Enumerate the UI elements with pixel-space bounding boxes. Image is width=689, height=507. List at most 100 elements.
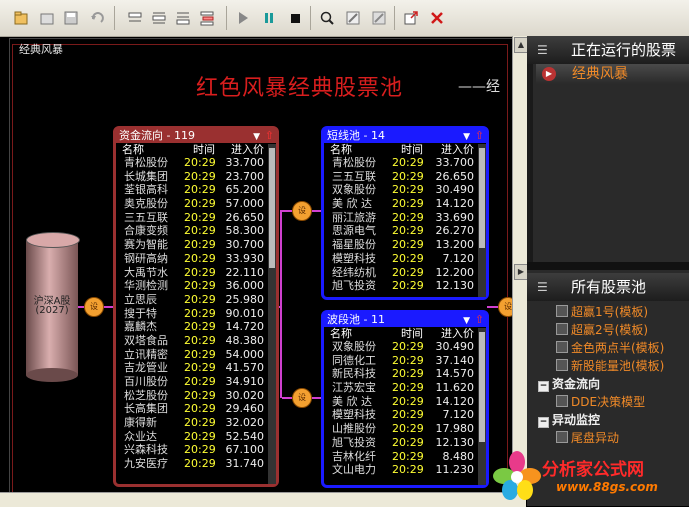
connector-node[interactable]: 设 (292, 388, 312, 408)
filter-icon[interactable]: ▼ (463, 314, 470, 328)
table-row[interactable]: 三五互联 20:29 26.650 (324, 170, 486, 184)
entry-time: 20:29 (392, 435, 424, 449)
table-row[interactable]: 青松股份 20:29 33.700 (116, 156, 276, 170)
tree-item[interactable]: 超赢2号(模板) (556, 321, 648, 339)
save-icon[interactable] (60, 7, 82, 29)
table-row[interactable]: 三五互联 20:29 26.650 (116, 211, 276, 225)
table-row[interactable]: 大禹节水 20:29 22.110 (116, 266, 276, 280)
pool-wave[interactable]: 波段池 - 11 ▼ ⇧ 名称 时间 进入价 双象股份 20:29 30.490 同德… (321, 310, 489, 488)
table-row[interactable]: 百川股份 20:29 34.910 (116, 375, 276, 389)
connector-node[interactable]: 设 (292, 201, 312, 221)
pool-up-icon[interactable]: ⇧ (265, 129, 274, 143)
table-row[interactable]: 旭飞投资 20:29 12.130 (324, 436, 486, 450)
table-row[interactable]: 山推股份 20:29 17.980 (324, 422, 486, 436)
table-row[interactable]: 长城集团 20:29 23.700 (116, 170, 276, 184)
table-row[interactable]: 搜于特 20:29 90.010 (116, 307, 276, 321)
pool-header[interactable]: 资金流向 - 119 ▼ ⇧ (116, 129, 276, 143)
running-item-classic-storm[interactable]: ▶ 经典风暴 (536, 64, 689, 84)
table-row[interactable]: 福星股份 20:29 13.200 (324, 238, 486, 252)
open-icon[interactable] (36, 7, 58, 29)
table-row[interactable]: 美 欣 达 20:29 14.120 (324, 197, 486, 211)
search-icon[interactable] (316, 7, 338, 29)
collapse-icon[interactable]: − (538, 417, 549, 428)
table-row[interactable]: 旭飞投资 20:29 12.130 (324, 279, 486, 293)
table-row[interactable]: 吉林化纤 20:29 8.480 (324, 450, 486, 464)
layout2-icon[interactable] (148, 7, 170, 29)
table-row[interactable]: 合康变频 20:29 58.300 (116, 224, 276, 238)
entry-price: 30.490 (435, 340, 475, 353)
table-row[interactable]: 赛为智能 20:29 30.700 (116, 238, 276, 252)
tree-item[interactable]: 超赢1号(模板) (556, 303, 648, 321)
filter-icon[interactable]: ▼ (253, 130, 260, 144)
table-row[interactable]: 九安医疗 20:29 31.740 (116, 457, 276, 471)
table-row[interactable]: 双象股份 20:29 30.490 (324, 340, 486, 354)
pool-capital[interactable]: 资金流向 - 119 ▼ ⇧ 名称 时间 进入价 青松股份 20:29 33.700… (113, 126, 279, 487)
layout3-icon[interactable] (172, 7, 194, 29)
run-icon[interactable] (232, 7, 254, 29)
tree-item[interactable]: 尾盘异动 (556, 429, 619, 447)
table-row[interactable]: 思源电气 20:29 26.270 (324, 224, 486, 238)
filter-icon[interactable]: ▼ (463, 130, 470, 144)
canvas-horizontal-scrollbar[interactable] (0, 492, 526, 507)
table-row[interactable]: 江苏宏宝 20:29 11.620 (324, 381, 486, 395)
table-row[interactable]: 模塑科技 20:29 7.120 (324, 252, 486, 266)
table-row[interactable]: 荃银高科 20:29 65.200 (116, 183, 276, 197)
tree-group[interactable]: − 资金流向 (538, 375, 600, 393)
table-row[interactable]: 众业达 20:29 52.540 (116, 430, 276, 444)
table-row[interactable]: 丽江旅游 20:29 33.690 (324, 211, 486, 225)
clear-icon[interactable] (368, 7, 390, 29)
entry-price: 30.020 (225, 388, 265, 402)
table-row[interactable]: 模塑科技 20:29 7.120 (324, 408, 486, 422)
pool-scrollbar[interactable] (478, 144, 486, 297)
table-row[interactable]: 双象股份 20:29 30.490 (324, 183, 486, 197)
table-row[interactable]: 吉龙管业 20:29 41.570 (116, 361, 276, 375)
layout4-icon[interactable] (196, 7, 218, 29)
table-row[interactable]: 立讯精密 20:29 54.000 (116, 348, 276, 362)
pool-short[interactable]: 短线池 - 14 ▼ ⇧ 名称 时间 进入价 青松股份 20:29 33.700 三五… (321, 126, 489, 300)
canvas-vertical-scrollbar[interactable]: ▲ ▶ (512, 36, 528, 498)
stop-icon[interactable] (284, 7, 306, 29)
pool-up-icon[interactable]: ⇧ (475, 313, 484, 327)
scroll-up-icon[interactable]: ▲ (514, 37, 528, 53)
tree-item[interactable]: 金色两点半(模板) (556, 339, 664, 357)
pool-scrollbar[interactable] (268, 144, 276, 484)
table-row[interactable]: 双塔食品 20:29 48.380 (116, 334, 276, 348)
table-row[interactable]: 长高集团 20:29 29.460 (116, 402, 276, 416)
table-row[interactable]: 嘉麟杰 20:29 14.720 (116, 320, 276, 334)
table-row[interactable]: 新民科技 20:29 14.570 (324, 367, 486, 381)
table-row[interactable]: 青松股份 20:29 33.700 (324, 156, 486, 170)
pool-header[interactable]: 波段池 - 11 ▼ ⇧ (324, 313, 486, 327)
table-row[interactable]: 文山电力 20:29 11.230 (324, 463, 486, 477)
table-row[interactable]: 松芝股份 20:29 30.020 (116, 389, 276, 403)
edit-icon[interactable] (342, 7, 364, 29)
pause-icon[interactable] (258, 7, 280, 29)
export-icon[interactable] (400, 7, 422, 29)
stock-name: 新民科技 (332, 367, 376, 381)
close-icon[interactable] (426, 7, 448, 29)
table-row[interactable]: 美 欣 达 20:29 14.120 (324, 395, 486, 409)
panel-splitter[interactable] (527, 262, 689, 270)
entry-time: 20:29 (184, 169, 216, 183)
table-row[interactable]: 康得新 20:29 32.020 (116, 416, 276, 430)
pool-scrollbar[interactable] (478, 328, 486, 485)
table-row[interactable]: 奥克股份 20:29 57.000 (116, 197, 276, 211)
collapse-icon[interactable]: − (538, 381, 549, 392)
pool-up-icon[interactable]: ⇧ (475, 129, 484, 143)
tree-item[interactable]: DDE决策模型 (556, 393, 645, 411)
connector-node[interactable]: 设 (84, 297, 104, 317)
new-icon[interactable] (10, 7, 32, 29)
undo-icon[interactable] (86, 7, 108, 29)
scroll-right-icon[interactable]: ▶ (514, 264, 528, 280)
table-row[interactable]: 钢研高纳 20:29 33.930 (116, 252, 276, 266)
entry-time: 20:29 (184, 156, 216, 169)
table-row[interactable]: 经纬纺机 20:29 12.200 (324, 266, 486, 280)
pool-header[interactable]: 短线池 - 14 ▼ ⇧ (324, 129, 486, 143)
tree-item[interactable]: 新股能量池(模板) (556, 357, 664, 375)
right-panel-scrollbar[interactable] (527, 36, 533, 262)
table-row[interactable]: 立思辰 20:29 25.980 (116, 293, 276, 307)
table-row[interactable]: 同德化工 20:29 37.140 (324, 354, 486, 368)
table-row[interactable]: 华测检测 20:29 36.000 (116, 279, 276, 293)
tree-group[interactable]: − 异动监控 (538, 411, 600, 429)
table-row[interactable]: 兴森科技 20:29 67.100 (116, 443, 276, 457)
layout1-icon[interactable] (124, 7, 146, 29)
